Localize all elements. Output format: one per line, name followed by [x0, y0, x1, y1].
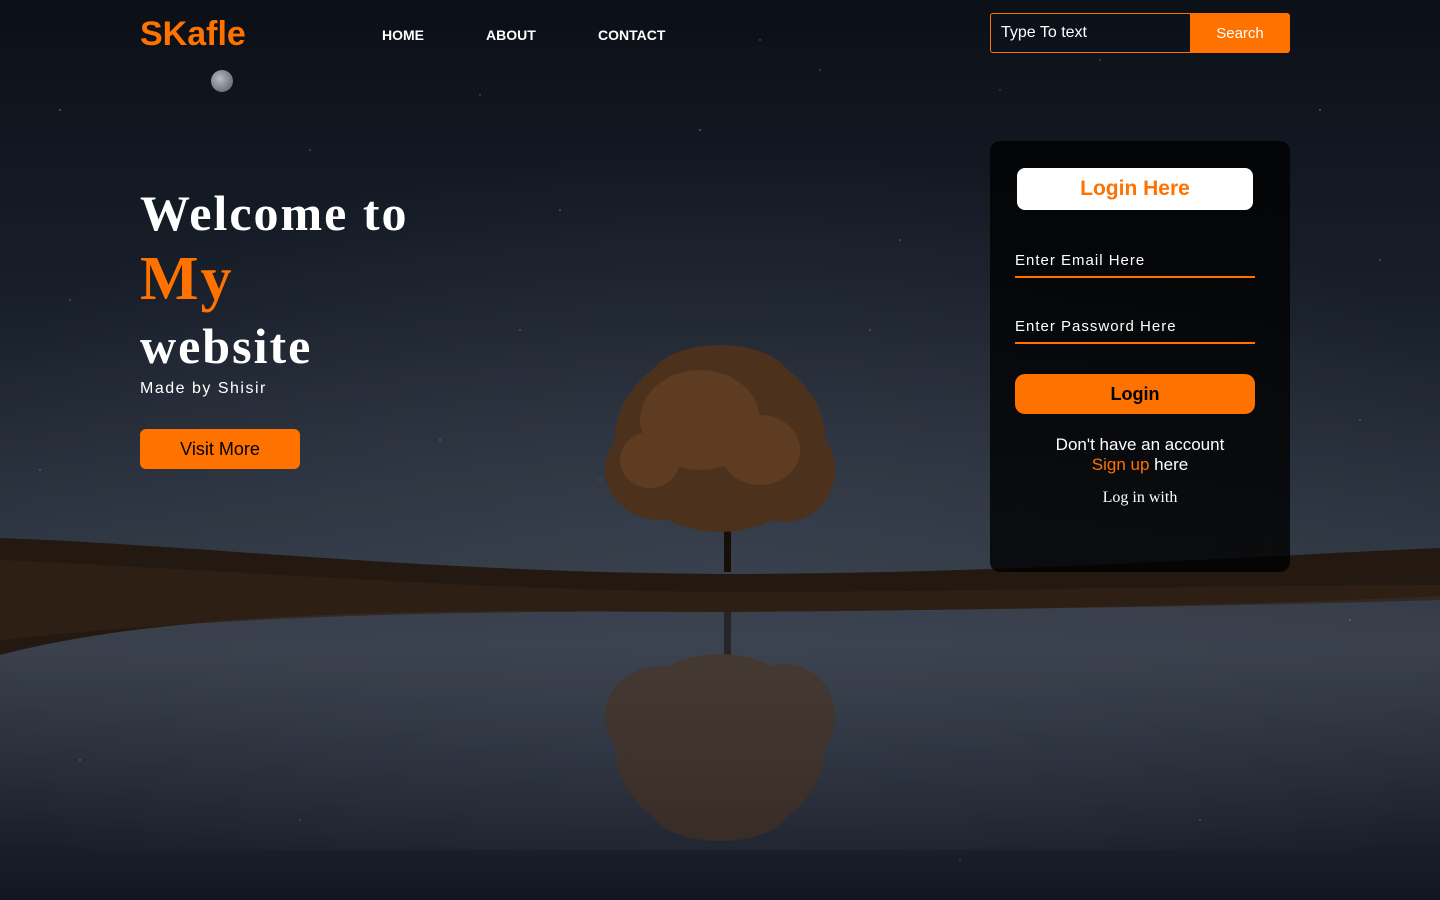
visit-more-button[interactable]: Visit More [140, 429, 300, 469]
nav-home-link[interactable]: HOME [382, 27, 424, 43]
search-input[interactable] [990, 13, 1190, 53]
password-field[interactable] [1015, 310, 1255, 344]
search-bar: Search [990, 13, 1290, 53]
login-card: Login Here Login Don't have an account S… [990, 141, 1290, 572]
hero-heading-line2: My [140, 245, 234, 313]
nav-contact-link[interactable]: CONTACT [598, 27, 665, 43]
login-button[interactable]: Login [1015, 374, 1255, 414]
site-logo[interactable]: SKafle [140, 14, 246, 54]
email-field[interactable] [1015, 244, 1255, 278]
search-button[interactable]: Search [1190, 13, 1290, 53]
no-account-text: Don't have an account [1055, 435, 1225, 454]
hero-heading-line1: Welcome to [140, 185, 409, 241]
login-with-text: Log in with [1102, 489, 1178, 506]
nav-about-link[interactable]: ABOUT [486, 27, 536, 43]
hero-heading-line3: website [140, 318, 313, 374]
signup-line: Sign up here [990, 455, 1290, 475]
signup-prompt: Don't have an account Sign up here [990, 435, 1290, 475]
signup-link[interactable]: Sign up [1092, 455, 1150, 474]
hero-subtitle: Made by Shisir [140, 380, 267, 397]
login-card-title: Login Here [1017, 168, 1253, 210]
signup-suffix: here [1149, 455, 1189, 474]
